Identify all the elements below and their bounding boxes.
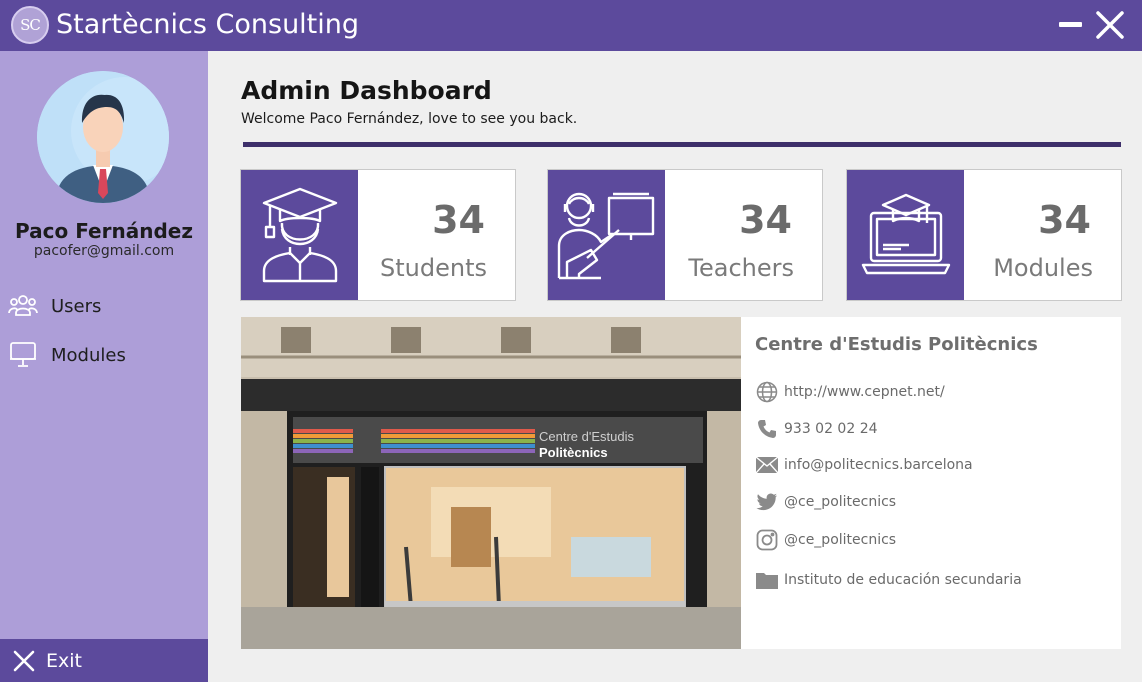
school-storefront-photo: Centre d'Estudis Politècnics	[241, 317, 741, 649]
users-icon	[8, 291, 38, 321]
sign-text-line2: Politècnics	[539, 445, 608, 460]
title-bar: SC Startècnics Consulting	[0, 0, 1142, 51]
exit-button[interactable]: Exit	[0, 639, 208, 682]
page-title: Admin Dashboard	[241, 76, 492, 105]
sidebar-item-modules[interactable]: Modules	[8, 339, 198, 371]
sidebar-item-users[interactable]: Users	[8, 290, 198, 322]
sign-text-line1: Centre d'Estudis	[539, 429, 634, 444]
phone-text: 933 02 02 24	[784, 421, 878, 437]
close-icon	[13, 650, 35, 671]
category-text: Instituto de educación secundaria	[784, 572, 1022, 588]
phone-icon	[755, 417, 779, 441]
school-phone: 933 02 02 24	[755, 416, 878, 442]
school-email[interactable]: info@politecnics.barcelona	[755, 452, 973, 478]
school-twitter[interactable]: @ce_politecnics	[755, 489, 896, 515]
exit-label: Exit	[46, 649, 82, 672]
sidebar-item-label: Modules	[51, 344, 126, 366]
email-text: info@politecnics.barcelona	[784, 457, 973, 473]
school-info-panel: Centre d'Estudis Politècnics Centre d'Es…	[241, 317, 1121, 649]
app-logo: SC	[11, 6, 49, 44]
students-card[interactable]: 34 Students	[240, 169, 516, 301]
modules-count: 34	[1038, 198, 1091, 242]
sidebar: Paco Fernández pacofer@gmail.com Users M…	[0, 51, 208, 682]
students-count: 34	[432, 198, 485, 242]
school-website[interactable]: http://www.cepnet.net/	[755, 379, 945, 405]
instagram-text: @ce_politecnics	[784, 532, 897, 548]
user-name: Paco Fernández	[15, 219, 193, 243]
school-instagram[interactable]: @ce_politecnics	[755, 527, 896, 553]
modules-card[interactable]: 34 Modules	[846, 169, 1122, 301]
graduate-icon	[241, 170, 358, 300]
teachers-card[interactable]: 34 Teachers	[547, 169, 823, 301]
minimize-button[interactable]	[1059, 22, 1082, 27]
welcome-message: Welcome Paco Fernández, love to see you …	[241, 111, 578, 127]
avatar	[37, 71, 169, 203]
sidebar-item-label: Users	[51, 295, 102, 317]
monitor-icon	[8, 340, 38, 370]
school-category: Instituto de educación secundaria	[755, 567, 1022, 593]
school-name: Centre d'Estudis Politècnics	[755, 334, 1038, 355]
mail-icon	[755, 453, 779, 477]
modules-label: Modules	[993, 254, 1093, 282]
twitter-icon	[755, 490, 779, 514]
teacher-board-icon	[548, 170, 665, 300]
students-label: Students	[380, 254, 487, 282]
elearning-laptop-icon	[847, 170, 964, 300]
user-email: pacofer@gmail.com	[33, 243, 175, 259]
header-divider	[243, 142, 1121, 147]
website-text: http://www.cepnet.net/	[784, 384, 945, 400]
teachers-count: 34	[739, 198, 792, 242]
app-title: Startècnics Consulting	[56, 9, 360, 40]
folder-icon	[755, 568, 779, 592]
globe-icon	[755, 380, 779, 404]
teachers-label: Teachers	[688, 254, 794, 282]
instagram-icon	[755, 528, 779, 552]
twitter-text: @ce_politecnics	[784, 494, 897, 510]
close-icon[interactable]	[1094, 9, 1126, 41]
